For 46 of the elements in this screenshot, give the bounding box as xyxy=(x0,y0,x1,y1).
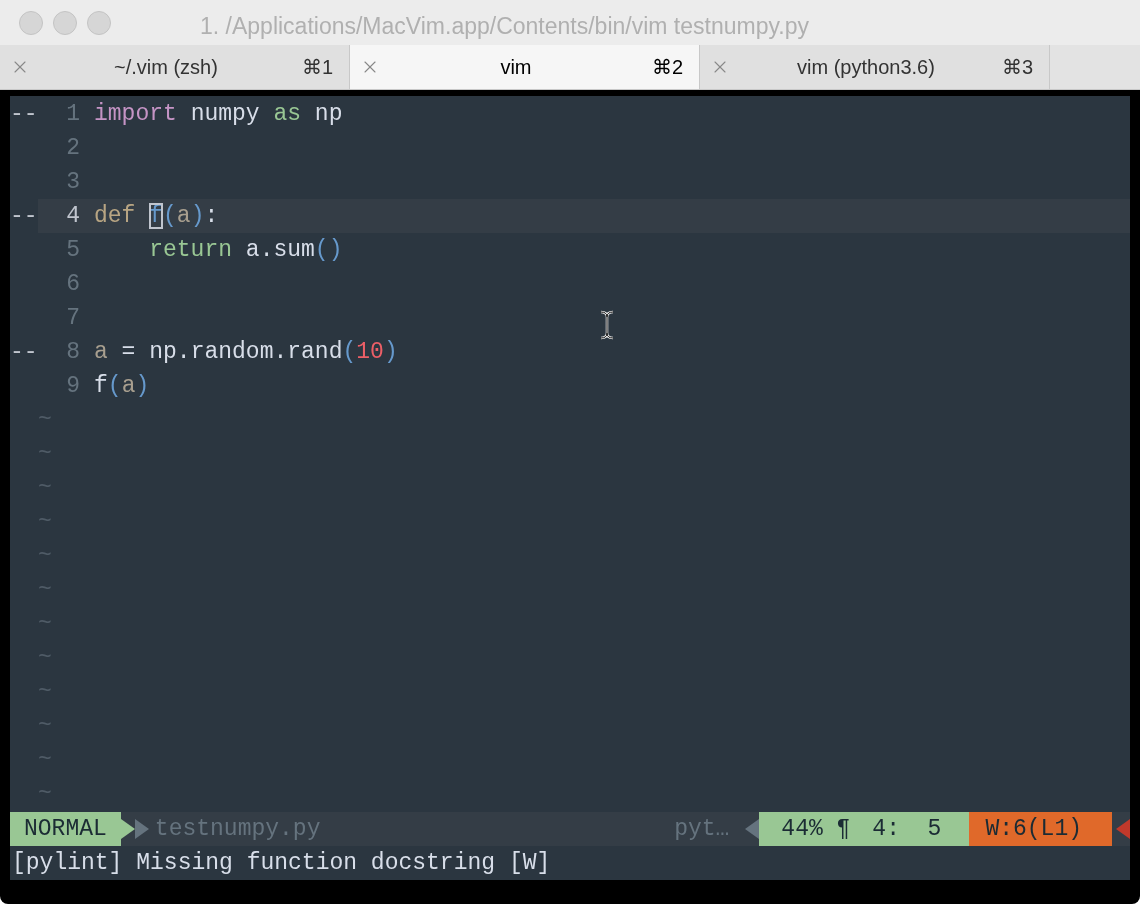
line-number: 1 xyxy=(65,99,80,129)
empty-line-marker: ~ xyxy=(38,575,52,605)
empty-line-marker: ~ xyxy=(38,507,52,537)
code-line: import numpy as np xyxy=(94,99,343,129)
window-button-icon[interactable] xyxy=(53,10,77,35)
empty-line-marker: ~ xyxy=(38,643,52,673)
tab-shortcut: ⌘1 xyxy=(301,55,334,80)
line-number: 9 xyxy=(65,371,80,401)
tab-label: vim xyxy=(499,55,533,80)
empty-line-marker: ~ xyxy=(38,609,52,639)
empty-line-marker: ~ xyxy=(38,779,52,809)
code-line: return a.sum() xyxy=(148,235,343,265)
warning-count: W:6(L1) xyxy=(969,812,1112,846)
file-name: testnumpy.py xyxy=(153,814,321,844)
separator-arrow-icon xyxy=(120,817,151,841)
line-number: 4 xyxy=(65,201,80,231)
sign-marker: -- xyxy=(10,201,38,231)
empty-line-marker: ~ xyxy=(38,745,52,775)
empty-line-marker: ~ xyxy=(38,439,52,469)
empty-line-marker: ~ xyxy=(38,541,52,571)
percent-indicator: 44% ¶ xyxy=(759,812,873,846)
window-title: 1. /Applications/MacVim.app/Contents/bin/vim testnumpy.py xyxy=(200,12,809,41)
line-number: 5 xyxy=(65,235,80,265)
sign-marker: -- xyxy=(10,337,38,367)
empty-line-marker: ~ xyxy=(38,711,52,741)
tab[interactable]: vim ⌘2 xyxy=(350,45,700,89)
tab-shortcut: ⌘2 xyxy=(651,55,684,80)
empty-line-marker: ~ xyxy=(38,677,52,707)
line-number: 2 xyxy=(65,133,80,163)
tab-label: vim (python3.6) xyxy=(796,55,936,80)
line-number: 7 xyxy=(65,303,80,333)
window-button-icon[interactable] xyxy=(87,10,111,35)
empty-line-marker: ~ xyxy=(38,405,52,435)
tab-shortcut: ⌘3 xyxy=(1001,55,1034,80)
empty-line-marker: ~ xyxy=(38,473,52,503)
tab-label: ~/.vim (zsh) xyxy=(113,55,219,80)
status-message: [pylint] Missing function docstring [W] xyxy=(12,848,551,878)
code-line: f(a) xyxy=(94,371,150,401)
line-number: 8 xyxy=(65,337,80,367)
file-type: pyt… xyxy=(674,814,731,844)
line-number: 6 xyxy=(65,269,80,299)
code-line: a = np.random.rand(10) xyxy=(94,337,398,367)
line-number: 3 xyxy=(65,167,80,197)
cursor-position: 4: 5 xyxy=(872,812,970,846)
sign-marker: -- xyxy=(10,99,38,129)
window-button-icon[interactable] xyxy=(19,10,43,35)
